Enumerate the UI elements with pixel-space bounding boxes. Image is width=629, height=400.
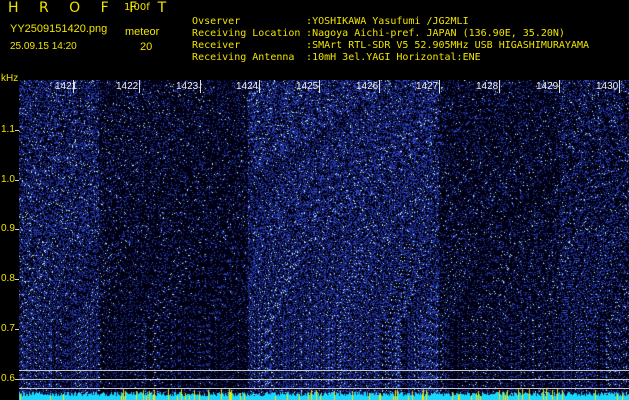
x-tick-mark [259, 80, 260, 93]
meteor-count: 20 [140, 41, 153, 53]
x-tick-label: 1427 [416, 81, 439, 92]
y-tick-label: 0.9 [1, 223, 15, 234]
x-tick-label: 1430 [596, 81, 619, 92]
spectrogram-canvas [19, 80, 629, 400]
info-row-antenna: Receiving Antenna :10mH 3el.YAGI Horizont… [180, 43, 481, 63]
x-tick-mark [139, 80, 140, 93]
x-tick-mark [379, 80, 380, 93]
x-tick-mark [200, 80, 201, 93]
x-tick-label: 1426 [356, 81, 379, 92]
info-value: :10mH 3el.YAGI Horizontal:ENE [306, 52, 481, 63]
app-version: 1.00f [124, 2, 150, 13]
mode-label: meteor [125, 26, 160, 38]
reference-line [19, 370, 629, 371]
y-tick-label: 1.1 [1, 124, 15, 135]
y-tick-label: 0.7 [1, 323, 15, 334]
info-key: Receiving Antenna [192, 52, 295, 63]
x-tick-label: 1422 [116, 81, 139, 92]
x-tick-label: 1428 [476, 81, 499, 92]
x-tick-label: 1421 [55, 81, 78, 92]
y-tick-label: 1.0 [1, 174, 15, 185]
x-tick-label: 1423 [176, 81, 199, 92]
y-axis-unit: kHz [1, 73, 19, 84]
x-tick-mark [439, 80, 440, 93]
x-tick-label: 1425 [296, 81, 319, 92]
x-tick-label: 1424 [236, 81, 259, 92]
x-tick-mark [319, 80, 320, 93]
x-tick-mark [559, 80, 560, 93]
y-tick-label: 0.8 [1, 273, 15, 284]
x-tick-mark [499, 80, 500, 93]
x-tick-label: 1429 [536, 81, 559, 92]
y-tick-label: 0.6 [1, 373, 15, 384]
spectrogram-view[interactable]: 1421 1422 1423 1424 1425 1426 1427 1428 … [19, 80, 629, 400]
reference-line [19, 379, 629, 380]
reference-line [19, 388, 629, 389]
date-time: 25.09.15 14:20 [10, 41, 77, 52]
x-tick-mark [619, 80, 620, 93]
file-name: YY2509151420.png [10, 23, 108, 35]
